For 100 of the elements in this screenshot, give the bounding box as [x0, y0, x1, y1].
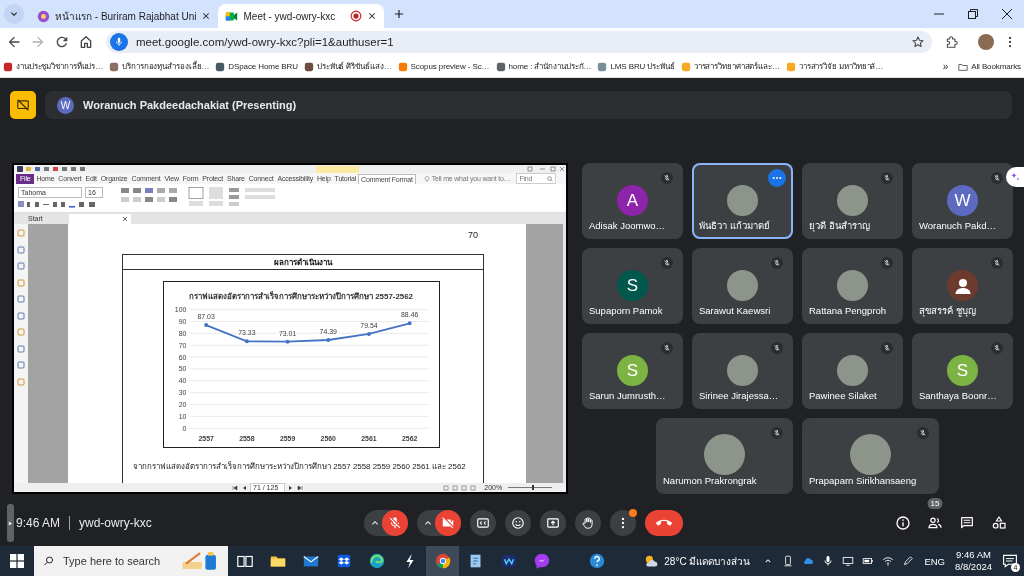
quick-access-drawing [26, 166, 85, 172]
zoom-slider-thumb[interactable] [532, 485, 535, 490]
bookmark-link[interactable]: DSpace Home BRU [215, 61, 298, 72]
tab-search-button[interactable] [4, 4, 24, 24]
site-icon [785, 61, 796, 72]
bulb-icon [423, 175, 430, 182]
search-icon [547, 175, 554, 182]
bookmark-link[interactable]: งานประชุมวิชาการที่แปร… [3, 60, 104, 73]
four-panes-icon [10, 554, 24, 568]
avatar-photo-placeholder [727, 270, 758, 301]
hand-icon [581, 516, 595, 530]
participant-name: Pawinee Silaket [808, 390, 877, 402]
leave-call-button[interactable] [645, 510, 683, 536]
browser-tab[interactable]: Meet - ywd-owry-kxc [218, 4, 385, 28]
bookmark-link[interactable]: บริการกองทุนสำรองเลี้ย… [109, 60, 210, 73]
address-field[interactable]: meet.google.com/ywd-owry-kxc?pli=1&authuser=1 [106, 31, 932, 53]
bookmark-link[interactable]: วารสารวิจัย มหาวิทยาลั… [785, 60, 884, 73]
avatar: A [617, 185, 648, 216]
clock-button[interactable]: 9:46 AM 8/8/2024 [955, 549, 992, 573]
avatar-photo-placeholder [727, 185, 758, 216]
more-bookmarks-button[interactable]: » [942, 61, 949, 72]
screen-arrow-up-icon [546, 516, 560, 530]
data-point [326, 338, 331, 342]
shapes-icon [991, 515, 1007, 531]
camera-button[interactable] [435, 510, 461, 536]
page-number: 70 [468, 230, 478, 241]
microphone-icon [114, 37, 124, 47]
rounded-square-icon[interactable] [17, 245, 25, 254]
bookmark-link[interactable]: ประพันธ์ ศิริขันธ์แสง… [303, 60, 392, 73]
captions-button[interactable] [470, 510, 496, 536]
language-indicator[interactable]: ENG [924, 555, 945, 567]
participant-name: ยุวดี อินสำราญ [808, 220, 870, 232]
arrow-right-icon [30, 34, 46, 50]
rounded-square-icon[interactable] [17, 262, 25, 270]
participant-name: Woranuch Pakd… [918, 220, 996, 232]
previous-page-icon[interactable] [241, 484, 247, 491]
avatar-photo-placeholder [837, 185, 868, 216]
scrollbar[interactable] [563, 224, 566, 483]
site-info-button[interactable] [110, 33, 128, 51]
mic-off-icon [388, 516, 402, 530]
captions-icon [476, 516, 490, 530]
data-point [407, 321, 412, 326]
home-icon [78, 34, 94, 50]
browser-tab[interactable]: หน้าแรก - Buriram Rajabhat Uni [30, 4, 219, 28]
smiley-icon [511, 516, 525, 530]
side-panel-handle[interactable] [7, 504, 14, 542]
context-tab-marker [316, 165, 359, 173]
people-icon [927, 515, 943, 531]
rounded-square-icon[interactable] [17, 361, 25, 369]
microphone-button[interactable] [382, 510, 408, 536]
rounded-square-icon[interactable] [17, 295, 25, 303]
phone-device-icon [782, 555, 795, 567]
present-button[interactable] [540, 510, 566, 536]
close-icon[interactable] [121, 216, 128, 222]
participant-name: Adisak Joomwo… [588, 220, 666, 232]
avatar: S [947, 355, 978, 386]
rounded-square-icon[interactable] [17, 311, 25, 320]
participant-name: Sarun Jumrusth… [588, 390, 666, 402]
bookmark-link[interactable]: วารสารวิทยาศาสตร์และ… [680, 60, 780, 73]
close-icon [1002, 9, 1012, 19]
bookmark-link[interactable]: LMS BRU ประพันธ์ [597, 60, 675, 73]
battery-icon [862, 555, 875, 567]
meeting-time: 9:46 AM [16, 516, 61, 530]
sparkle-button[interactable] [1006, 167, 1024, 187]
site-icon [495, 61, 506, 72]
avatar: S [617, 270, 648, 301]
raise-hand-button[interactable] [575, 510, 601, 536]
ring-logo-icon [37, 9, 50, 23]
restore-icon [968, 9, 978, 19]
participant-name: สุขสรรค์ ชูบุญ [918, 305, 976, 317]
people-count-badge: 15 [927, 498, 943, 509]
rounded-square-icon[interactable] [17, 344, 25, 353]
close-icon[interactable] [367, 11, 378, 21]
search-icon [43, 555, 55, 567]
bookmark-link[interactable]: home : สำนักงานประกั… [495, 60, 592, 73]
avatar-photo-placeholder [837, 355, 868, 386]
bookmark-link[interactable]: Scopus preview - Sc… [397, 61, 490, 72]
presentation-button[interactable] [10, 91, 36, 119]
avatar-photo-placeholder [837, 270, 868, 301]
more-options-button[interactable] [768, 169, 786, 187]
site-icon [215, 61, 226, 72]
puzzle-icon [945, 35, 959, 49]
profile-photo-placeholder [978, 34, 994, 50]
first-page-icon[interactable] [232, 484, 238, 491]
avatar-photo-placeholder [727, 355, 758, 386]
participant-name: Sarawut Kaewsri [698, 305, 771, 317]
avatar: W [57, 96, 74, 114]
site-icon [3, 61, 13, 72]
info-icon [895, 515, 911, 531]
avatar: S [617, 355, 648, 386]
search-field[interactable]: Type here to search [34, 546, 228, 576]
participant-name: Prapaparn Sirikhansaeng [808, 475, 917, 487]
avatar: W [947, 185, 978, 216]
more-options-button[interactable] [610, 510, 636, 536]
all-bookmarks-button[interactable]: All Bookmarks [958, 61, 1021, 72]
close-icon[interactable] [201, 11, 212, 21]
last-page-icon[interactable] [297, 484, 304, 491]
weather-widget[interactable]: 28°C มีแดดบางส่วน [643, 553, 751, 569]
reactions-button[interactable] [505, 510, 531, 536]
sun-cloud-icon [643, 553, 660, 569]
